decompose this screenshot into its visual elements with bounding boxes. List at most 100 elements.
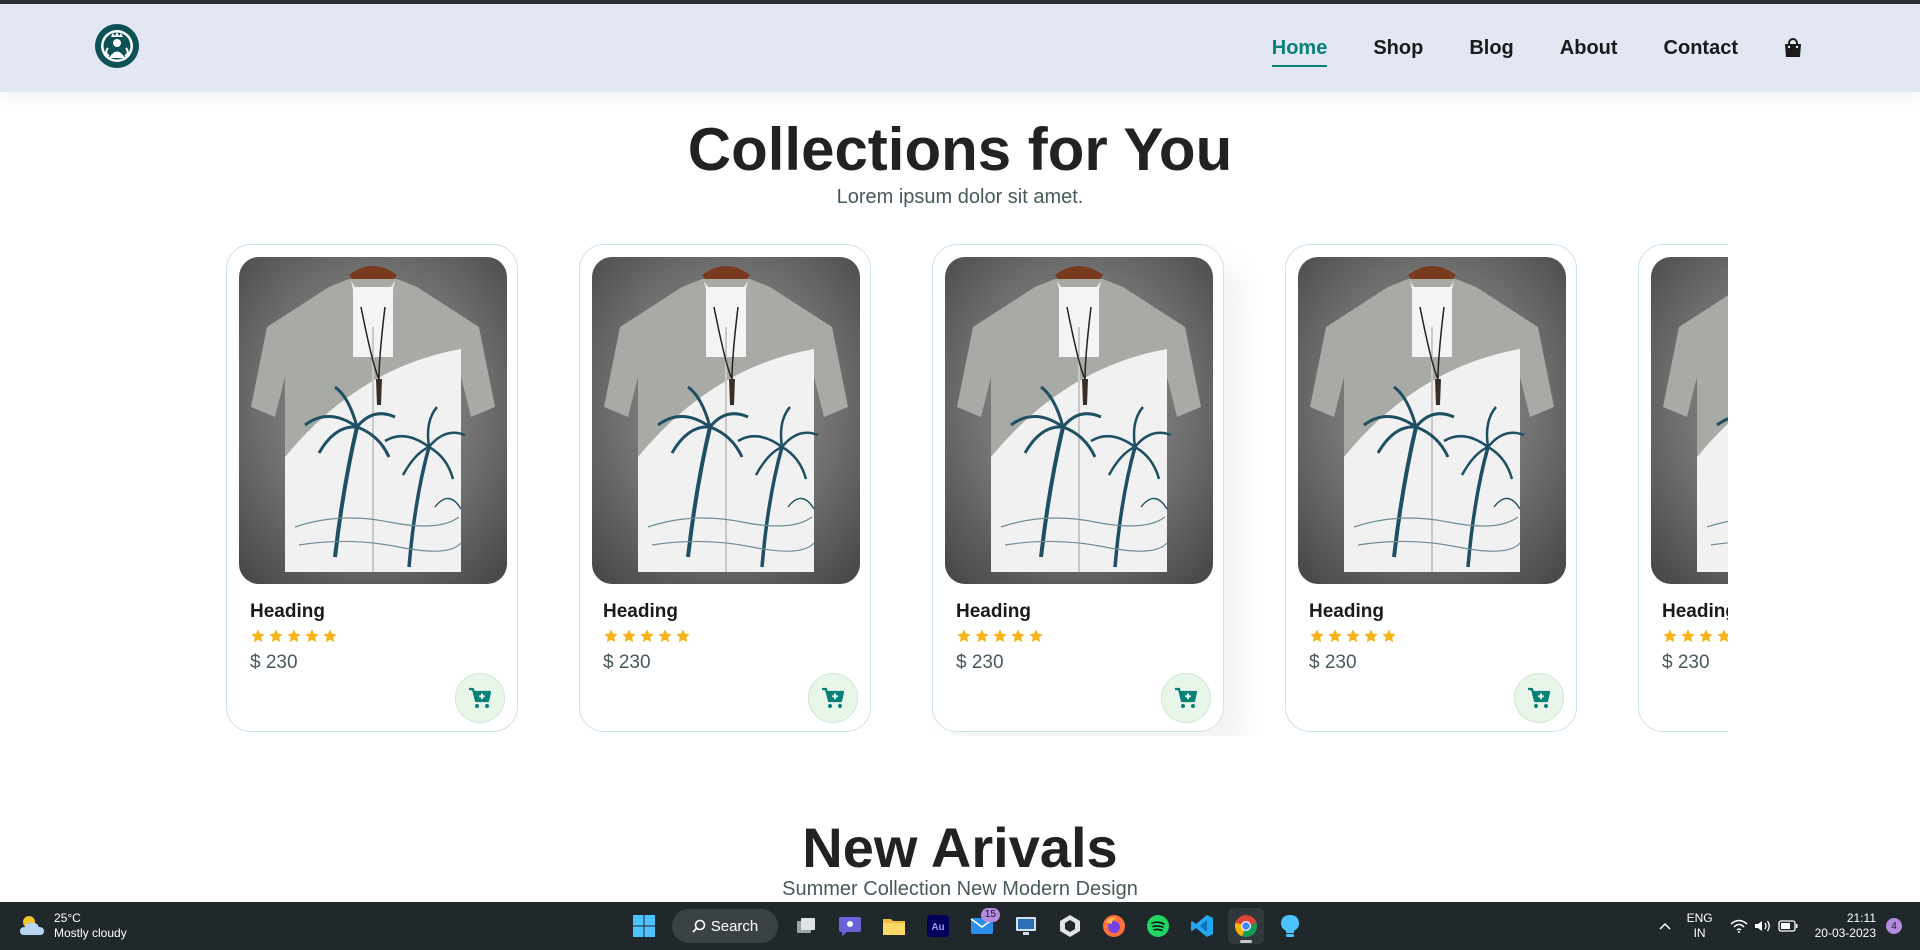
star-icon (323, 629, 337, 643)
star-icon (305, 629, 319, 643)
product-name[interactable]: Heading (956, 602, 1031, 621)
clock-time: 21:11 (1846, 911, 1876, 925)
star-icon (604, 629, 618, 643)
mail-icon[interactable]: 15 (964, 908, 1000, 944)
chat-icon[interactable] (832, 908, 868, 944)
taskbar-apps: Search Au 15 (622, 908, 1312, 944)
product-rating (250, 628, 340, 644)
star-icon (622, 629, 636, 643)
product-image[interactable] (1298, 257, 1566, 584)
language-indicator[interactable]: ENG IN (1687, 911, 1713, 941)
remote-desktop-icon[interactable] (1008, 908, 1044, 944)
file-explorer-icon[interactable] (876, 908, 912, 944)
weather-widget[interactable]: 25°C Mostly cloudy (18, 911, 127, 941)
product-name[interactable]: Heading (1662, 602, 1728, 621)
product-card[interactable]: Heading $ 230 (1638, 244, 1728, 732)
search-label: Search (710, 917, 759, 935)
wifi-icon[interactable] (1730, 919, 1748, 933)
product-name[interactable]: Heading (603, 602, 678, 621)
lang-code: ENG (1686, 911, 1713, 925)
taskbar-search-button[interactable]: Search (672, 909, 778, 943)
windows-taskbar: 25°C Mostly cloudy Search Au 15 ENG IN 2… (0, 902, 1920, 950)
new-arrivals-title: New Arivals (802, 816, 1118, 879)
nav-link-home[interactable]: Home (1271, 38, 1327, 67)
star-icon (957, 629, 971, 643)
chrome-icon[interactable] (1228, 908, 1264, 944)
star-icon (1011, 629, 1025, 643)
product-rating (956, 628, 1046, 644)
star-icon (269, 629, 283, 643)
shopping-bag-icon[interactable] (1784, 37, 1806, 59)
vscode-icon[interactable] (1184, 908, 1220, 944)
tips-lightbulb-icon[interactable] (1272, 908, 1308, 944)
product-image[interactable] (592, 257, 860, 584)
cart-plus-icon (822, 687, 845, 708)
add-to-cart-button[interactable] (808, 673, 858, 723)
weather-temp: 25°C (54, 911, 81, 925)
clock[interactable]: 21:11 20-03-2023 (1815, 911, 1876, 941)
star-icon (658, 629, 672, 643)
nav-link-shop[interactable]: Shop (1373, 38, 1423, 58)
product-price: $ 230 (250, 652, 298, 673)
battery-icon[interactable] (1777, 920, 1798, 932)
star-icon (640, 629, 654, 643)
region-code: IN (1693, 926, 1706, 940)
weather-desc: Mostly cloudy (54, 926, 127, 940)
product-image[interactable] (239, 257, 507, 584)
volume-icon[interactable] (1754, 919, 1772, 933)
product-rating (1309, 628, 1399, 644)
unity-icon[interactable] (1052, 908, 1088, 944)
product-price: $ 230 (603, 652, 651, 673)
starbucks-logo-icon[interactable] (94, 23, 140, 69)
firefox-icon[interactable] (1096, 908, 1132, 944)
star-icon (676, 629, 690, 643)
star-icon (1310, 629, 1324, 643)
cart-plus-icon (1175, 687, 1198, 708)
nav-link-contact[interactable]: Contact (1664, 38, 1738, 58)
product-price: $ 230 (1309, 652, 1357, 673)
clock-date: 20-03-2023 (1814, 926, 1876, 940)
star-icon (1328, 629, 1342, 643)
product-price: $ 230 (956, 652, 1004, 673)
product-rating (1662, 628, 1728, 644)
product-card[interactable]: Heading $ 230 (579, 244, 871, 732)
star-icon (1717, 629, 1728, 643)
task-view-icon[interactable] (788, 908, 824, 944)
product-carousel: Heading $ 230 Heading $ 230 Heading $ 23… (226, 244, 1728, 736)
windows-start-icon[interactable] (626, 908, 662, 944)
mail-badge: 15 (980, 908, 1000, 922)
product-name[interactable]: Heading (1309, 602, 1384, 621)
nav-link-about[interactable]: About (1560, 38, 1618, 58)
notification-badge[interactable]: 4 (1886, 918, 1902, 934)
search-icon (692, 919, 706, 933)
product-image[interactable] (1651, 257, 1728, 584)
chevron-up-icon[interactable] (1659, 922, 1671, 930)
svg-text:Au: Au (931, 922, 944, 933)
star-icon (1663, 629, 1677, 643)
spotify-icon[interactable] (1140, 908, 1176, 944)
system-tray: ENG IN 21:11 20-03-2023 4 (1659, 902, 1920, 950)
star-icon (975, 629, 989, 643)
product-card[interactable]: Heading $ 230 (932, 244, 1224, 732)
product-card[interactable]: Heading $ 230 (226, 244, 518, 732)
add-to-cart-button[interactable] (1514, 673, 1564, 723)
add-to-cart-button[interactable] (455, 673, 505, 723)
collections-subtitle: Lorem ipsum dolor sit amet. (836, 186, 1084, 208)
navbar: Home Shop Blog About Contact (0, 4, 1920, 92)
star-icon (1382, 629, 1396, 643)
product-card[interactable]: Heading $ 230 (1285, 244, 1577, 732)
cart-plus-icon (1528, 687, 1551, 708)
product-image[interactable] (945, 257, 1213, 584)
star-icon (1346, 629, 1360, 643)
audition-icon[interactable]: Au (920, 908, 956, 944)
product-name[interactable]: Heading (250, 602, 325, 621)
add-to-cart-button[interactable] (1161, 673, 1211, 723)
star-icon (1681, 629, 1695, 643)
nav-link-blog[interactable]: Blog (1469, 38, 1513, 58)
collections-title: Collections for You (687, 116, 1233, 183)
main-nav: Home Shop Blog About Contact (1226, 4, 1806, 92)
partly-cloudy-icon (20, 916, 44, 935)
star-icon (287, 629, 301, 643)
product-rating (603, 628, 693, 644)
star-icon (1364, 629, 1378, 643)
